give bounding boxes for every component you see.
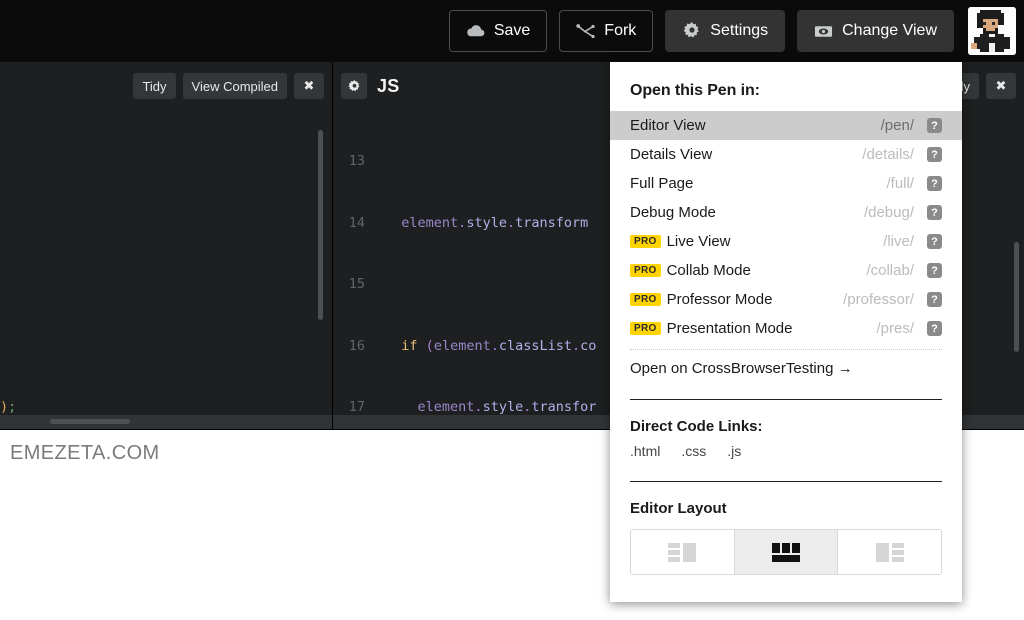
dropdown-item-path: /details/ [862,146,914,163]
help-icon[interactable]: ? [927,205,942,220]
dropdown-item-collab-mode[interactable]: PRO Collab Mode /collab/ ? [610,256,962,285]
dropdown-item-full-page[interactable]: Full Page /full/ ? [610,169,962,198]
fork-icon [576,22,595,41]
layout-top-icon [768,541,804,563]
css-view-compiled-button[interactable]: View Compiled [182,73,287,99]
codepen-editor-app: Save Fork Settings Change View Tidy View… [0,0,1024,620]
help-icon[interactable]: ? [927,263,942,278]
dropdown-item-text: Professor Mode [666,291,773,308]
dropdown-item-label: Debug Mode [630,204,716,221]
css-horizontal-scrollbar[interactable] [50,419,130,424]
css-vertical-scrollbar[interactable] [318,130,323,320]
avatar[interactable] [968,7,1016,55]
dropdown-item-text: Live View [666,233,731,250]
line-number: 13 [348,153,365,169]
dropdown-item-debug-mode[interactable]: Debug Mode /debug/ ? [610,198,962,227]
dropdown-item-path: /professor/ [843,291,914,308]
dropdown-title: Open this Pen in: [630,82,760,99]
save-label: Save [493,22,531,39]
css-code-area[interactable]: ); http://i.imgur.com/krQb5pB.png); ated… [0,110,332,429]
dropdown-item-label: PRO Live View [630,233,883,250]
layout-right-button[interactable] [838,530,941,574]
code-link-css[interactable]: .css [681,443,706,459]
line-number: 15 [348,276,365,292]
help-icon[interactable]: ? [927,292,942,307]
dropdown-item-path: /live/ [883,233,914,250]
help-icon[interactable]: ? [927,234,942,249]
save-button[interactable]: Save [448,10,548,52]
editor-layout-options [630,529,942,575]
css-tidy-button[interactable]: Tidy [133,73,176,99]
css-tidy-label: Tidy [142,78,167,94]
close-icon: ✖ [303,78,315,93]
gear-icon [682,22,701,41]
help-icon[interactable]: ? [927,176,942,191]
dropdown-item-label: PRO Professor Mode [630,291,843,308]
dropdown-item-path: /debug/ [863,204,914,221]
pro-badge: PRO [630,235,661,248]
preview-brand-text: EMEZETA.COM [10,442,160,464]
css-view-compiled-label: View Compiled [191,78,278,94]
layout-right-icon [872,541,908,563]
dropdown-item-path: /full/ [886,175,914,192]
css-close-button[interactable]: ✖ [294,73,324,99]
fork-button[interactable]: Fork [559,10,654,52]
cloud-icon [466,22,485,41]
dropdown-item-professor-mode[interactable]: PRO Professor Mode /professor/ ? [610,285,962,314]
right-close-button[interactable]: ✖ [986,73,1016,99]
help-icon[interactable]: ? [927,321,942,336]
direct-code-links: .html .css .js [630,443,942,459]
pro-badge: PRO [630,293,661,306]
code-link-html[interactable]: .html [630,443,660,459]
dropdown-item-path: /pen/ [880,117,914,134]
pro-badge: PRO [630,322,661,335]
css-pane-header: Tidy View Compiled ✖ [0,62,332,110]
css-editor-pane: Tidy View Compiled ✖ ); http://i.imgur.c… [0,62,332,429]
settings-button[interactable]: Settings [665,10,786,52]
dropdown-item-path: /pres/ [876,320,914,337]
dropdown-item-label: PRO Collab Mode [630,262,866,279]
gear-icon [347,79,359,91]
dropdown-item-editor-view[interactable]: Editor View /pen/ ? [610,111,962,140]
dropdown-item-text: Presentation Mode [666,320,793,337]
js-pane-language-label: JS [377,75,400,96]
js-settings-gear-button[interactable] [341,73,367,99]
layout-left-icon [664,541,700,563]
pro-badge: PRO [630,264,661,277]
dropdown-item-presentation-mode[interactable]: PRO Presentation Mode /pres/ ? [610,314,962,343]
dropdown-item-path: /collab/ [866,262,914,279]
dropdown-item-label: Editor View [630,117,706,134]
dropdown-item-details-view[interactable]: Details View /details/ ? [610,140,962,169]
code-link-js[interactable]: .js [727,443,741,459]
right-vertical-scrollbar[interactable] [1014,242,1019,352]
direct-code-links-title: Direct Code Links: [630,418,763,435]
top-toolbar: Save Fork Settings Change View [0,0,1024,62]
open-pen-in-list: Editor View /pen/ ? Details View /detail… [610,111,962,343]
layout-top-button[interactable] [734,530,839,574]
close-icon: ✖ [995,78,1007,93]
dropdown-item-label: PRO Presentation Mode [630,320,876,337]
settings-label: Settings [710,22,769,39]
dropdown-item-text: Collab Mode [666,262,751,279]
help-icon[interactable]: ? [927,118,942,133]
layout-left-button[interactable] [631,530,735,574]
eye-screen-icon [814,22,833,41]
change-view-dropdown: Open this Pen in: Editor View /pen/ ? De… [610,62,962,602]
editor-layout-title: Editor Layout [630,500,727,517]
fork-label: Fork [604,22,637,39]
help-icon[interactable]: ? [927,147,942,162]
dropdown-item-label: Details View [630,146,713,163]
cross-browser-testing-link[interactable]: Open on CrossBrowserTesting → [630,350,942,377]
line-number: 16 [348,337,365,354]
line-number: 14 [348,214,365,231]
change-view-button[interactable]: Change View [797,10,954,52]
dropdown-item-live-view[interactable]: PRO Live View /live/ ? [610,227,962,256]
dropdown-item-label: Full Page [630,175,694,192]
change-view-label: Change View [842,22,937,39]
